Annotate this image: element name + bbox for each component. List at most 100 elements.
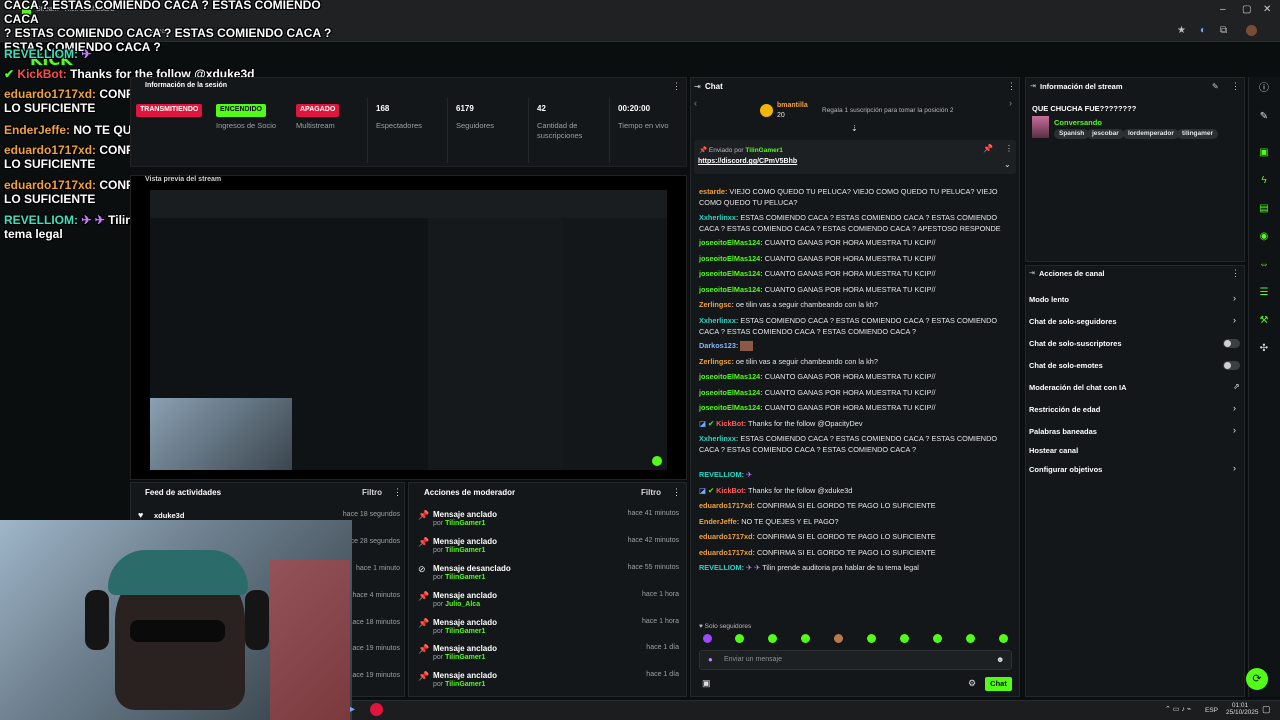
puzzle-icon[interactable]: ✣ xyxy=(1257,342,1271,356)
chat-collapse-icon[interactable]: ⇥ xyxy=(694,82,701,91)
channel-action-host-channel[interactable]: Hostear canal xyxy=(1029,446,1078,455)
info-icon[interactable]: ⓘ xyxy=(1257,82,1271,96)
channel-action-age-restriction[interactable]: Restricción de edad xyxy=(1029,405,1100,414)
activity-more-icon[interactable]: ⋮ xyxy=(393,487,402,498)
edit-icon[interactable]: ✎ xyxy=(1257,110,1271,124)
mod-action-user[interactable]: TilinGamer1 xyxy=(445,520,485,527)
channel-action-slow-mode[interactable]: Modo lento xyxy=(1029,295,1069,304)
unpin-icon[interactable]: 📌 xyxy=(983,144,993,153)
top-gifter-name[interactable]: bmantilla xyxy=(777,102,808,109)
chat-username[interactable]: KickBot: xyxy=(716,419,746,428)
gifter-next-icon[interactable]: › xyxy=(1009,98,1012,108)
maximize-button[interactable]: ▢ xyxy=(1242,4,1251,15)
mod-action-user[interactable]: TilinGamer1 xyxy=(445,628,485,635)
language-indicator[interactable]: ESP xyxy=(1205,707,1218,714)
lightning-icon[interactable]: ϟ xyxy=(1257,174,1271,188)
mod-action-user[interactable]: TilinGamer1 xyxy=(445,547,485,554)
chat-bubble-icon[interactable]: ◉ xyxy=(1257,230,1271,244)
taskbar-app-icon[interactable]: ▸ xyxy=(350,704,355,715)
partner-income-status-badge[interactable]: ENCENDIDO xyxy=(216,104,267,117)
category-thumbnail[interactable] xyxy=(1032,116,1049,138)
taskbar-recording-icon[interactable] xyxy=(370,703,383,716)
chat-username[interactable]: eduardo1717xd: xyxy=(699,501,755,510)
channel-action-followers-only[interactable]: Chat de solo-seguidores xyxy=(1029,317,1117,326)
chat-username[interactable]: KickBot: xyxy=(716,486,746,495)
channel-action-ai-moderation[interactable]: Moderación del chat con IA xyxy=(1029,383,1127,392)
note-icon[interactable]: ▤ xyxy=(1257,202,1271,216)
chat-username[interactable]: joseoitoElMas124: xyxy=(699,403,763,412)
channel-actions-more-icon[interactable]: ⋮ xyxy=(1231,268,1240,279)
stream-tag[interactable]: Spanish xyxy=(1054,129,1090,139)
stream-tag[interactable]: tilingamer xyxy=(1177,129,1219,139)
emote-icon[interactable] xyxy=(768,634,777,643)
mod-action-user[interactable]: TilinGamer1 xyxy=(445,681,485,688)
extensions-puzzle-icon[interactable]: ⧉ xyxy=(1220,25,1227,36)
channel-action-emotes-only[interactable]: Chat de solo-emotes xyxy=(1029,361,1103,370)
mod-action-user[interactable]: TilinGamer1 xyxy=(445,574,485,581)
channel-action-banned-words[interactable]: Palabras baneadas xyxy=(1029,427,1097,436)
gift-icon[interactable]: ▣ xyxy=(702,678,711,689)
emote-icon[interactable] xyxy=(735,634,744,643)
clock[interactable]: 01:01 25/10/2025 xyxy=(1226,702,1259,716)
mod-action-user[interactable]: Julio_Alca xyxy=(445,601,480,608)
list-icon[interactable]: ☰ xyxy=(1257,286,1271,300)
widget-icon[interactable]: ▣ xyxy=(1257,146,1271,160)
emoji-picker-icon[interactable]: ☻ xyxy=(996,655,1004,664)
chat-username[interactable]: eduardo1717xd: xyxy=(699,548,755,557)
chat-more-icon[interactable]: ⋮ xyxy=(1007,81,1016,92)
external-link-icon[interactable]: ⇗ xyxy=(1233,382,1240,391)
minimize-button[interactable]: – xyxy=(1220,4,1226,15)
activity-filter-button[interactable]: Filtro xyxy=(362,488,382,497)
chat-username[interactable]: Zerlingsc: xyxy=(699,357,734,366)
pinned-link[interactable]: https://discord.gg/CPmV5Bhb xyxy=(698,158,797,165)
emote-icon[interactable] xyxy=(834,634,843,643)
emote-icon[interactable] xyxy=(966,634,975,643)
multistream-status-badge[interactable]: APAGADO xyxy=(296,104,340,117)
emote-icon[interactable] xyxy=(801,634,810,643)
emote-icon[interactable] xyxy=(703,634,712,643)
emote-icon[interactable] xyxy=(933,634,942,643)
chat-username[interactable]: EnderJeffe: xyxy=(699,517,739,526)
chevron-right-icon[interactable]: › xyxy=(1233,463,1236,473)
collapse-icon[interactable]: ⇥ xyxy=(1029,269,1035,277)
chat-input[interactable]: ● Enviar un mensaje ☻ xyxy=(699,650,1012,670)
pinned-user[interactable]: TilinGamer1 xyxy=(745,147,782,154)
pinned-more-icon[interactable]: ⋮ xyxy=(1005,144,1013,153)
moderator-more-icon[interactable]: ⋮ xyxy=(672,487,681,498)
wrench-icon[interactable]: ⚒ xyxy=(1257,314,1271,328)
chat-username[interactable]: joseoitoElMas124: xyxy=(699,254,763,263)
close-window-button[interactable]: ✕ xyxy=(1263,4,1271,15)
chat-settings-gear-icon[interactable]: ⚙ xyxy=(968,678,976,689)
emotes-only-toggle[interactable] xyxy=(1223,361,1240,370)
scroll-down-icon[interactable]: ⇣ xyxy=(851,124,858,133)
emote-icon[interactable] xyxy=(999,634,1008,643)
extension-icon[interactable]: ◐ xyxy=(1200,25,1206,36)
channel-action-configure-goals[interactable]: Configurar objetivos xyxy=(1029,465,1102,474)
subscribers-only-toggle[interactable] xyxy=(1223,339,1240,348)
emote-bar[interactable] xyxy=(700,633,1012,646)
chat-username[interactable]: joseoitoElMas124: xyxy=(699,388,763,397)
profile-avatar[interactable] xyxy=(1246,25,1257,36)
chat-username[interactable]: REVELLIOM: xyxy=(699,563,744,572)
chat-username[interactable]: Darkos123: xyxy=(699,341,738,350)
more-options-icon[interactable]: ⋮ xyxy=(672,81,681,92)
collapse-icon[interactable]: ⇥ xyxy=(1030,82,1036,90)
system-tray-icons[interactable]: ⌃ ▭ ♪ ⌁ xyxy=(1165,705,1191,713)
chevron-right-icon[interactable]: › xyxy=(1233,403,1236,413)
chat-username[interactable]: joseoitoElMas124: xyxy=(699,269,763,278)
stream-preview-video[interactable] xyxy=(150,190,667,470)
raid-icon[interactable]: ⇔ xyxy=(1257,258,1271,272)
chat-username[interactable]: REVELLIOM: xyxy=(699,470,744,479)
stream-tag[interactable]: lordemperador xyxy=(1123,129,1179,139)
gifter-prev-icon[interactable]: ‹ xyxy=(694,98,697,108)
send-chat-button[interactable]: Chat xyxy=(985,677,1012,691)
stream-info-more-icon[interactable]: ⋮ xyxy=(1231,81,1240,92)
chevron-right-icon[interactable]: › xyxy=(1233,293,1236,303)
edit-pencil-icon[interactable]: ✎ xyxy=(1212,82,1219,91)
chat-username[interactable]: joseoitoElMas124: xyxy=(699,372,763,381)
bookmark-star-icon[interactable]: ★ xyxy=(1177,25,1186,36)
chat-username[interactable]: Xxherlinxx: xyxy=(699,434,738,443)
emote-icon[interactable] xyxy=(867,634,876,643)
floating-action-icon[interactable]: ⟳ xyxy=(1246,668,1268,690)
emote-icon[interactable] xyxy=(900,634,909,643)
